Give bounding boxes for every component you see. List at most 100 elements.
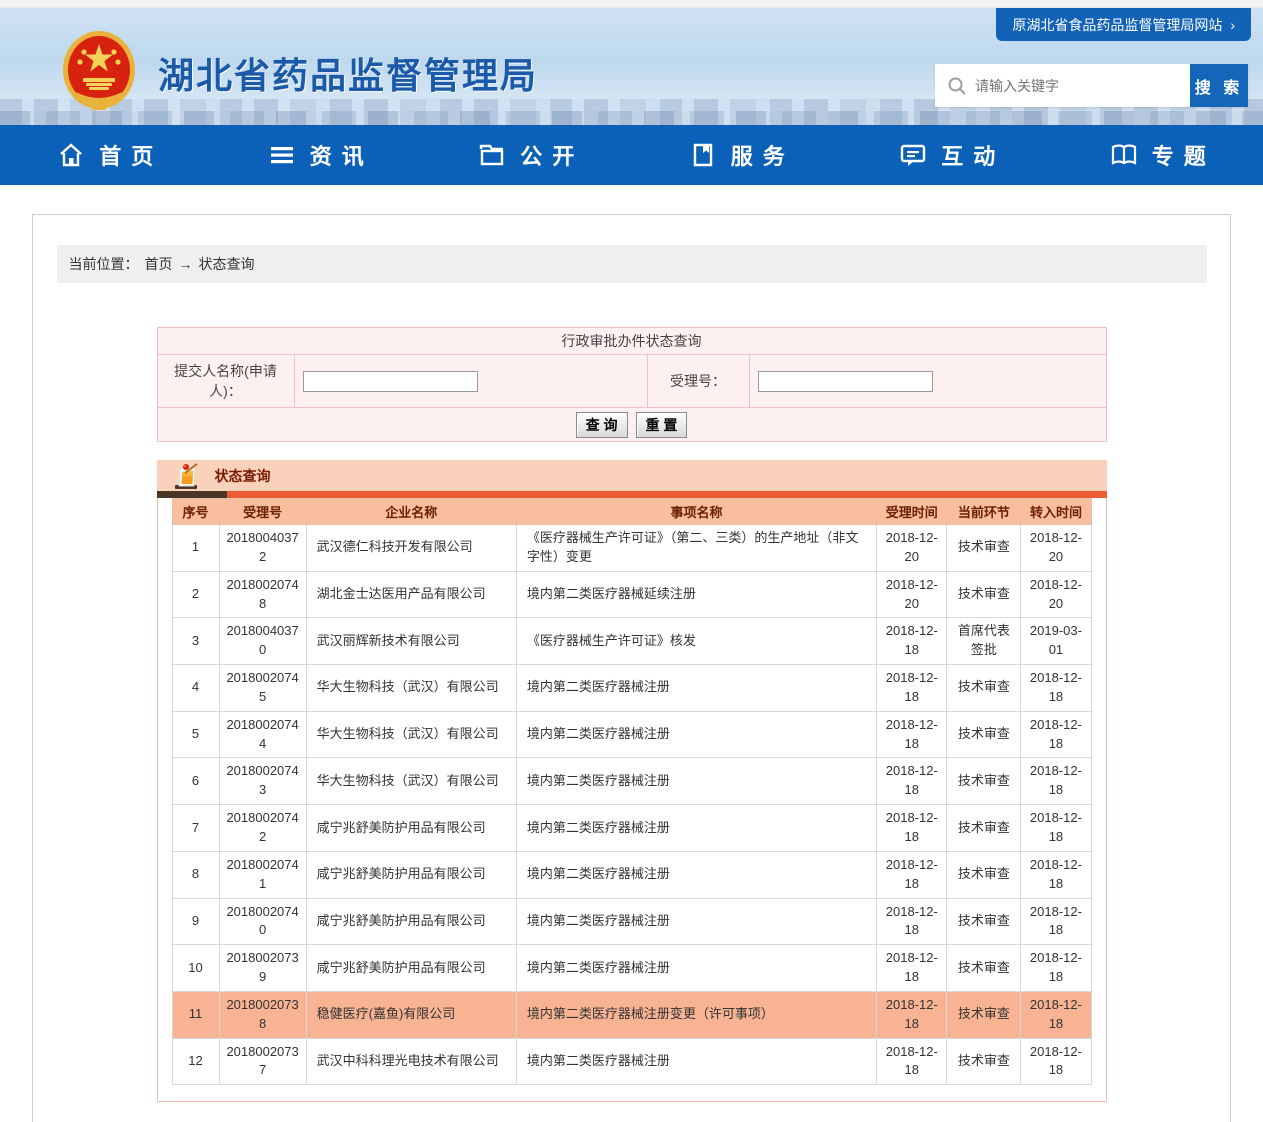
table-row[interactable]: 920180020740咸宁兆舒美防护用品有限公司境内第二类医疗器械注册2018… [172, 898, 1091, 945]
cell-accept-date: 2018-12-18 [877, 711, 947, 758]
cell-item: 境内第二类医疗器械注册 [516, 1038, 876, 1085]
cell-no: 8 [172, 851, 219, 898]
cell-company: 华大生物科技（武汉）有限公司 [306, 758, 516, 805]
cell-stage: 技术审查 [947, 711, 1021, 758]
cell-company: 武汉德仁科技开发有限公司 [306, 525, 516, 572]
nav-item-public[interactable]: 公开 [478, 139, 574, 171]
chat-icon [899, 141, 927, 169]
breadcrumb-home-link[interactable]: 首页 [145, 254, 173, 274]
acceptance-no-field-cell [750, 355, 1106, 407]
cell-acceptance-no: 20180020740 [219, 898, 306, 945]
nav-item-label: 专题 [1152, 139, 1216, 171]
cell-accept-date: 2018-12-18 [877, 805, 947, 852]
cell-accept-date: 2018-12-18 [877, 758, 947, 805]
cell-item: 境内第二类医疗器械注册 [516, 805, 876, 852]
national-emblem-logo [62, 30, 136, 116]
query-form-buttons: 查 询 重 置 [158, 407, 1106, 441]
acceptance-no-input[interactable] [758, 371, 933, 392]
table-row[interactable]: 1020180020739咸宁兆舒美防护用品有限公司境内第二类医疗器械注册201… [172, 945, 1091, 992]
table-row[interactable]: 820180020741咸宁兆舒美防护用品有限公司境内第二类医疗器械注册2018… [172, 851, 1091, 898]
cell-no: 10 [172, 945, 219, 992]
cell-company: 咸宁兆舒美防护用品有限公司 [306, 805, 516, 852]
column-header-stage: 当前环节 [947, 499, 1021, 525]
status-section-accent-bar [157, 491, 1107, 498]
search-input[interactable] [975, 64, 1190, 107]
cell-accept-date: 2018-12-20 [877, 525, 947, 572]
breadcrumb-prefix: 当前位置： [69, 254, 139, 274]
cell-transfer-date: 2018-12-18 [1021, 991, 1091, 1038]
cell-item: 境内第二类医疗器械注册 [516, 851, 876, 898]
nav-item-label: 互动 [941, 139, 1005, 171]
cell-accept-date: 2018-12-18 [877, 1038, 947, 1085]
query-button[interactable]: 查 询 [576, 412, 628, 438]
status-table-body: 120180040372武汉德仁科技开发有限公司《医疗器械生产许可证》（第二、三… [172, 525, 1091, 1085]
cell-no: 9 [172, 898, 219, 945]
book-icon [1110, 141, 1138, 169]
cell-stage: 技术审查 [947, 805, 1021, 852]
nav-item-service[interactable]: 服务 [689, 139, 785, 171]
cell-stage: 技术审查 [947, 945, 1021, 992]
old-site-link[interactable]: 原湖北省食品药品监督管理局网站 › [996, 8, 1251, 41]
column-header-no: 序号 [172, 499, 219, 525]
site-brand[interactable]: 湖北省药品监督管理局 [62, 30, 538, 116]
status-section-header: 状态查询 [157, 460, 1107, 491]
cell-accept-date: 2018-12-18 [877, 618, 947, 665]
status-table: 序号 受理号 企业名称 事项名称 受理时间 当前环节 转入时间 12018004… [172, 498, 1092, 1085]
nav-item-home[interactable]: 首页 [57, 139, 153, 171]
nav-item-special[interactable]: 专题 [1110, 139, 1206, 171]
cell-company: 咸宁兆舒美防护用品有限公司 [306, 898, 516, 945]
cell-stage: 技术审查 [947, 851, 1021, 898]
reset-button[interactable]: 重 置 [636, 412, 688, 438]
cell-transfer-date: 2018-12-18 [1021, 665, 1091, 712]
cell-company: 咸宁兆舒美防护用品有限公司 [306, 851, 516, 898]
cell-accept-date: 2018-12-20 [877, 571, 947, 618]
table-row[interactable]: 1120180020738稳健医疗(嘉鱼)有限公司境内第二类医疗器械注册变更（许… [172, 991, 1091, 1038]
cell-transfer-date: 2019-03-01 [1021, 618, 1091, 665]
cell-transfer-date: 2018-12-18 [1021, 945, 1091, 992]
main-nav: 首页 资讯 公开 服务 互动 [0, 125, 1263, 185]
table-row[interactable]: 620180020743华大生物科技（武汉）有限公司境内第二类医疗器械注册201… [172, 758, 1091, 805]
breadcrumb-separator: → [179, 256, 193, 272]
column-header-transfer-date: 转入时间 [1021, 499, 1091, 525]
cell-accept-date: 2018-12-18 [877, 851, 947, 898]
nav-item-interact[interactable]: 互动 [899, 139, 995, 171]
site-header: 湖北省药品监督管理局 原湖北省食品药品监督管理局网站 › 搜 索 [0, 8, 1263, 125]
cell-company: 华大生物科技（武汉）有限公司 [306, 711, 516, 758]
query-form-title: 行政审批办件状态查询 [158, 328, 1106, 355]
cell-item: 境内第二类医疗器械注册 [516, 665, 876, 712]
status-section: 状态查询 序号 受理号 企业名称 事项名称 受理时间 当前环节 转入时间 120… [157, 460, 1107, 1102]
table-row[interactable]: 1220180020737武汉中科科理光电技术有限公司境内第二类医疗器械注册20… [172, 1038, 1091, 1085]
nav-item-news[interactable]: 资讯 [268, 139, 364, 171]
top-strip [0, 0, 1263, 8]
search-icon [947, 76, 967, 96]
cell-stage: 技术审查 [947, 525, 1021, 572]
applicant-input[interactable] [303, 371, 478, 392]
cell-no: 1 [172, 525, 219, 572]
table-row[interactable]: 420180020745华大生物科技（武汉）有限公司境内第二类医疗器械注册201… [172, 665, 1091, 712]
cell-item: 《医疗器械生产许可证》核发 [516, 618, 876, 665]
cell-acceptance-no: 20180020744 [219, 711, 306, 758]
cell-transfer-date: 2018-12-18 [1021, 711, 1091, 758]
nav-item-label: 公开 [520, 139, 584, 171]
cell-acceptance-no: 20180020743 [219, 758, 306, 805]
cell-item: 境内第二类医疗器械注册 [516, 898, 876, 945]
column-header-company: 企业名称 [306, 499, 516, 525]
table-row[interactable]: 120180040372武汉德仁科技开发有限公司《医疗器械生产许可证》（第二、三… [172, 525, 1091, 572]
cell-stage: 技术审查 [947, 991, 1021, 1038]
cell-no: 7 [172, 805, 219, 852]
cell-no: 4 [172, 665, 219, 712]
search-button[interactable]: 搜 索 [1190, 64, 1248, 107]
cell-acceptance-no: 20180020742 [219, 805, 306, 852]
nav-item-label: 服务 [731, 139, 795, 171]
table-row[interactable]: 320180040370武汉丽辉新技术有限公司《医疗器械生产许可证》核发2018… [172, 618, 1091, 665]
cell-accept-date: 2018-12-18 [877, 945, 947, 992]
cell-no: 2 [172, 571, 219, 618]
table-row[interactable]: 220180020748湖北金士达医用产品有限公司境内第二类医疗器械延续注册20… [172, 571, 1091, 618]
site-title: 湖北省药品监督管理局 [158, 47, 538, 99]
folder-icon [478, 141, 506, 169]
cell-item: 境内第二类医疗器械注册 [516, 711, 876, 758]
cell-company: 武汉丽辉新技术有限公司 [306, 618, 516, 665]
table-row[interactable]: 520180020744华大生物科技（武汉）有限公司境内第二类医疗器械注册201… [172, 711, 1091, 758]
table-row[interactable]: 720180020742咸宁兆舒美防护用品有限公司境内第二类医疗器械注册2018… [172, 805, 1091, 852]
cell-stage: 技术审查 [947, 665, 1021, 712]
